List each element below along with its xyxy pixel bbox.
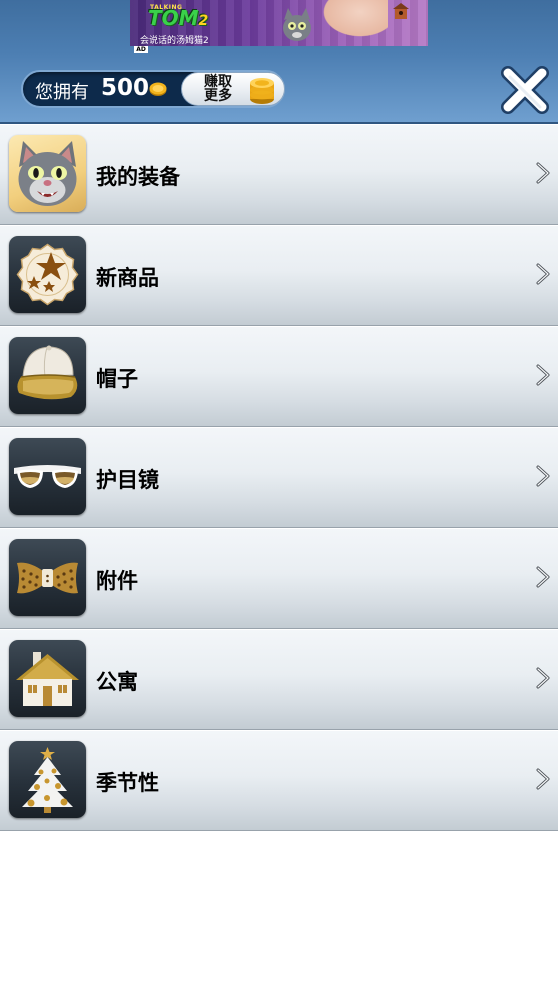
menu-item-accessories[interactable]: 附件 (0, 528, 558, 629)
coin-stack-icon (246, 75, 278, 105)
close-icon (501, 66, 549, 114)
ad-banner[interactable]: TALKING TOM2 会说话的汤姆猫2 (130, 0, 428, 46)
menu-item-label: 新商品 (96, 266, 159, 290)
chevron-right-icon (534, 262, 552, 286)
menu-item-new-items[interactable]: 新商品 (0, 225, 558, 326)
coins-label: 您拥有 (35, 82, 89, 103)
chevron-right-icon (534, 363, 552, 387)
chevron-right-icon (534, 565, 552, 589)
header-bar: TALKING TOM2 会说话的汤姆猫2 AD 您拥有 500 赚取 更多 (0, 0, 558, 124)
sunglasses-icon (9, 438, 86, 515)
ad-badge: AD (134, 46, 148, 53)
menu-item-label: 帽子 (96, 367, 138, 391)
house-icon (9, 640, 86, 717)
birdhouse-icon (392, 2, 410, 20)
menu-item-label: 附件 (96, 569, 138, 593)
ad-subtitle: 会说话的汤姆猫2 (140, 36, 209, 46)
menu-item-my-gear[interactable]: 我的装备 (0, 124, 558, 225)
menu-item-seasonal[interactable]: 季节性 (0, 730, 558, 831)
menu-item-label: 我的装备 (96, 165, 180, 189)
earn-more-label: 赚取 更多 (200, 75, 236, 103)
chevron-right-icon (534, 767, 552, 791)
earn-more-line2: 更多 (204, 88, 232, 104)
close-button[interactable] (497, 62, 553, 118)
stars-badge-icon (9, 236, 86, 313)
earn-more-line1: 赚取 (204, 74, 232, 90)
talking-tom-avatar-icon (9, 135, 86, 212)
menu-item-glasses[interactable]: 护目镜 (0, 427, 558, 528)
ad-title: TOM2 (148, 6, 208, 30)
coins-count: 500 (101, 75, 150, 101)
ad-title-suffix: 2 (198, 13, 209, 29)
baseball-cap-icon (9, 337, 86, 414)
ad-title-main: TOM (148, 6, 199, 30)
earn-more-button[interactable]: 赚取 更多 (181, 72, 285, 106)
coin-balance-pill: 您拥有 500 赚取 更多 (21, 70, 285, 108)
menu-item-apartment[interactable]: 公寓 (0, 629, 558, 730)
chevron-right-icon (534, 161, 552, 185)
menu-item-label: 季节性 (96, 771, 159, 795)
shop-category-list: 我的装备 新商品 帽子 护目镜 附件 公寓 季节性 (0, 124, 558, 831)
menu-item-hats[interactable]: 帽子 (0, 326, 558, 427)
coin-icon (149, 81, 167, 97)
cat-illustration-icon (276, 4, 318, 46)
menu-item-label: 公寓 (96, 670, 138, 694)
hand-illustration-icon (318, 0, 388, 40)
chevron-right-icon (534, 464, 552, 488)
bow-tie-icon (9, 539, 86, 616)
chevron-right-icon (534, 666, 552, 690)
menu-item-label: 护目镜 (96, 468, 159, 492)
christmas-tree-icon (9, 741, 86, 818)
